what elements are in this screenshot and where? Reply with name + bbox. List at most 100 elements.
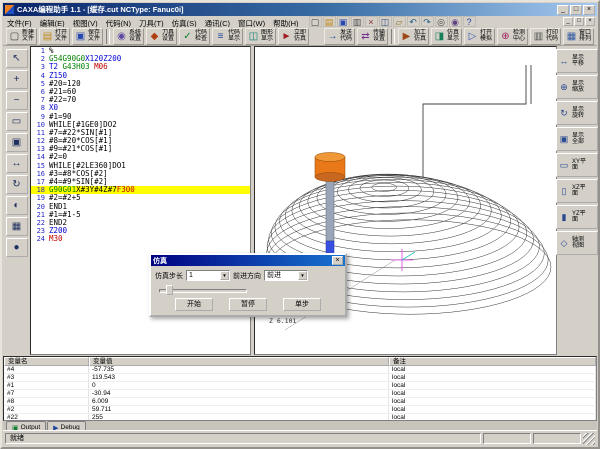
redo-icon[interactable]: ↷ — [421, 16, 434, 27]
column-header-remark[interactable]: 备注 — [389, 357, 596, 366]
line-number: 3 — [31, 63, 49, 71]
variable-row[interactable]: #22255local — [4, 414, 596, 421]
graphics-display-icon: ◫ — [247, 30, 260, 43]
print-icon[interactable]: ▥ — [351, 16, 364, 27]
zoom-window-tool-button[interactable]: ▭ — [6, 112, 28, 131]
mdi-close-button[interactable]: × — [585, 17, 595, 26]
settings-icon[interactable]: ◉ — [449, 16, 462, 27]
paste-icon[interactable]: ▱ — [393, 16, 406, 27]
machining-sim-button[interactable]: ▶加工仿真 — [398, 28, 429, 45]
mdi-restore-button[interactable]: □ — [574, 17, 584, 26]
code-check-button[interactable]: ✓代码检查 — [179, 28, 210, 45]
minimize-button[interactable]: _ — [557, 5, 569, 15]
tool-settings-button[interactable]: ◆刀具设置 — [146, 28, 177, 45]
send-code-icon: → — [326, 30, 339, 43]
copy-icon[interactable]: ◫ — [379, 16, 392, 27]
view-fit-button[interactable]: ▣显示全部 — [556, 127, 598, 151]
dialog-title: 仿真 — [153, 256, 167, 266]
column-header-value[interactable]: 变量值 — [89, 357, 389, 366]
redraw-tool-button[interactable]: ◐ — [6, 196, 28, 215]
view-rotate-icon: ↻ — [558, 107, 570, 119]
column-header-name[interactable]: 变量名 — [4, 357, 89, 366]
step-button[interactable]: 单步 — [283, 298, 321, 311]
variable-row[interactable]: #259.711local — [4, 406, 596, 414]
variable-value: 0 — [89, 382, 389, 389]
new-file-button[interactable]: ▢新建文件 — [6, 28, 37, 45]
status-message: 就绪 — [5, 433, 481, 444]
line-number: 11 — [31, 129, 49, 137]
variable-row[interactable]: #86.009local — [4, 398, 596, 406]
new-icon[interactable]: ▢ — [309, 16, 322, 27]
close-button[interactable]: × — [583, 5, 595, 15]
dialog-title-bar[interactable]: 仿真 × — [151, 255, 345, 266]
chevron-down-icon[interactable]: ▼ — [298, 271, 307, 280]
open-file-button[interactable]: ▤打开文件 — [39, 28, 70, 45]
start-button[interactable]: 开始 — [175, 298, 213, 311]
graphics-display-button[interactable]: ◫图形显示 — [245, 28, 276, 45]
maximize-button[interactable]: □ — [570, 5, 582, 15]
print-code-button[interactable]: ▥打印代码 — [530, 28, 561, 45]
variable-row[interactable]: #3119.543local — [4, 374, 596, 382]
view-button-label: 显示旋转 — [572, 107, 587, 120]
line-number: 7 — [31, 96, 49, 104]
send-code-button[interactable]: →发送代码 — [324, 28, 355, 45]
variable-row[interactable]: #7-30.94local — [4, 390, 596, 398]
view-pan-button[interactable]: ↔显示平移 — [556, 49, 598, 73]
mdi-minimize-button[interactable]: _ — [563, 17, 573, 26]
save-file-button[interactable]: ▣保存文件 — [72, 28, 103, 45]
code-display-icon: ≡ — [214, 30, 227, 43]
view-xy-button[interactable]: ▭XY平面 — [556, 153, 598, 177]
select-tool-button[interactable]: ↖ — [6, 49, 28, 68]
view-xz-button[interactable]: ▯XZ平面 — [556, 179, 598, 203]
help-icon[interactable]: ? — [463, 16, 476, 27]
line-number: 24 — [31, 235, 49, 243]
view-yz-button[interactable]: ▮YZ平面 — [556, 205, 598, 229]
pause-button[interactable]: 暂停 — [229, 298, 267, 311]
resize-grip[interactable] — [583, 433, 595, 445]
code-line-24[interactable]: 24M30 — [31, 235, 250, 243]
zoom-in-tool-button[interactable]: + — [6, 70, 28, 89]
view-fit-icon: ▣ — [558, 133, 570, 145]
speed-slider[interactable] — [159, 285, 247, 295]
view-rotate-button[interactable]: ↻显示旋转 — [556, 101, 598, 125]
slider-thumb[interactable] — [166, 285, 173, 295]
variable-remark: local — [389, 382, 596, 389]
pan-tool-button[interactable]: ↔ — [6, 154, 28, 173]
step-length-combo[interactable]: 1 ▼ — [186, 270, 230, 281]
system-settings-button[interactable]: ◉系统设置 — [113, 28, 144, 45]
toolbar-button-label: 打印代码 — [546, 30, 559, 43]
view-zoom-button[interactable]: ⊕显示缩放 — [556, 75, 598, 99]
line-number: 22 — [31, 219, 49, 227]
code-line-23[interactable]: 23Z200 — [31, 227, 250, 235]
view-iso-button[interactable]: ◇轴测视图 — [556, 231, 598, 255]
zoom-all-tool-button[interactable]: ▣ — [6, 133, 28, 152]
variable-row[interactable]: #4-57.735local — [4, 366, 596, 374]
transfer-settings-button[interactable]: ⇄传输设置 — [357, 28, 388, 45]
chevron-down-icon[interactable]: ▼ — [220, 271, 229, 280]
dialog-close-button[interactable]: × — [332, 256, 343, 265]
line-number: 14 — [31, 153, 49, 161]
find-icon[interactable]: ◎ — [435, 16, 448, 27]
line-number: 4 — [31, 72, 49, 80]
window-arrange-button[interactable]: ▦窗口排列 — [563, 28, 594, 45]
shaded-tool-button[interactable]: ● — [6, 238, 28, 257]
open-icon[interactable]: ▤ — [323, 16, 336, 27]
variable-remark: local — [389, 398, 596, 405]
rotate-tool-button[interactable]: ↻ — [6, 175, 28, 194]
cut-icon[interactable]: × — [365, 16, 378, 27]
zoom-out-tool-button[interactable]: − — [6, 91, 28, 110]
code-display-button[interactable]: ≡代码显示 — [212, 28, 243, 45]
variable-row[interactable]: #10local — [4, 382, 596, 390]
code-line-7[interactable]: 7#22=70 — [31, 96, 250, 104]
toolbar-separator — [106, 29, 110, 44]
variable-remark: local — [389, 390, 596, 397]
sim-display-icon: ◨ — [433, 30, 446, 43]
instant-sim-button[interactable]: ►立即仿真 — [278, 28, 309, 45]
undo-icon[interactable]: ↶ — [407, 16, 420, 27]
wireframe-tool-button[interactable]: ▦ — [6, 217, 28, 236]
direction-combo[interactable]: 前进 ▼ — [264, 270, 308, 281]
save-icon[interactable]: ▣ — [337, 16, 350, 27]
sim-display-button[interactable]: ◨仿真显示 — [431, 28, 462, 45]
open-sim-button[interactable]: ▷打开模拟 — [464, 28, 495, 45]
check-center-button[interactable]: ⊕检测中心 — [497, 28, 528, 45]
